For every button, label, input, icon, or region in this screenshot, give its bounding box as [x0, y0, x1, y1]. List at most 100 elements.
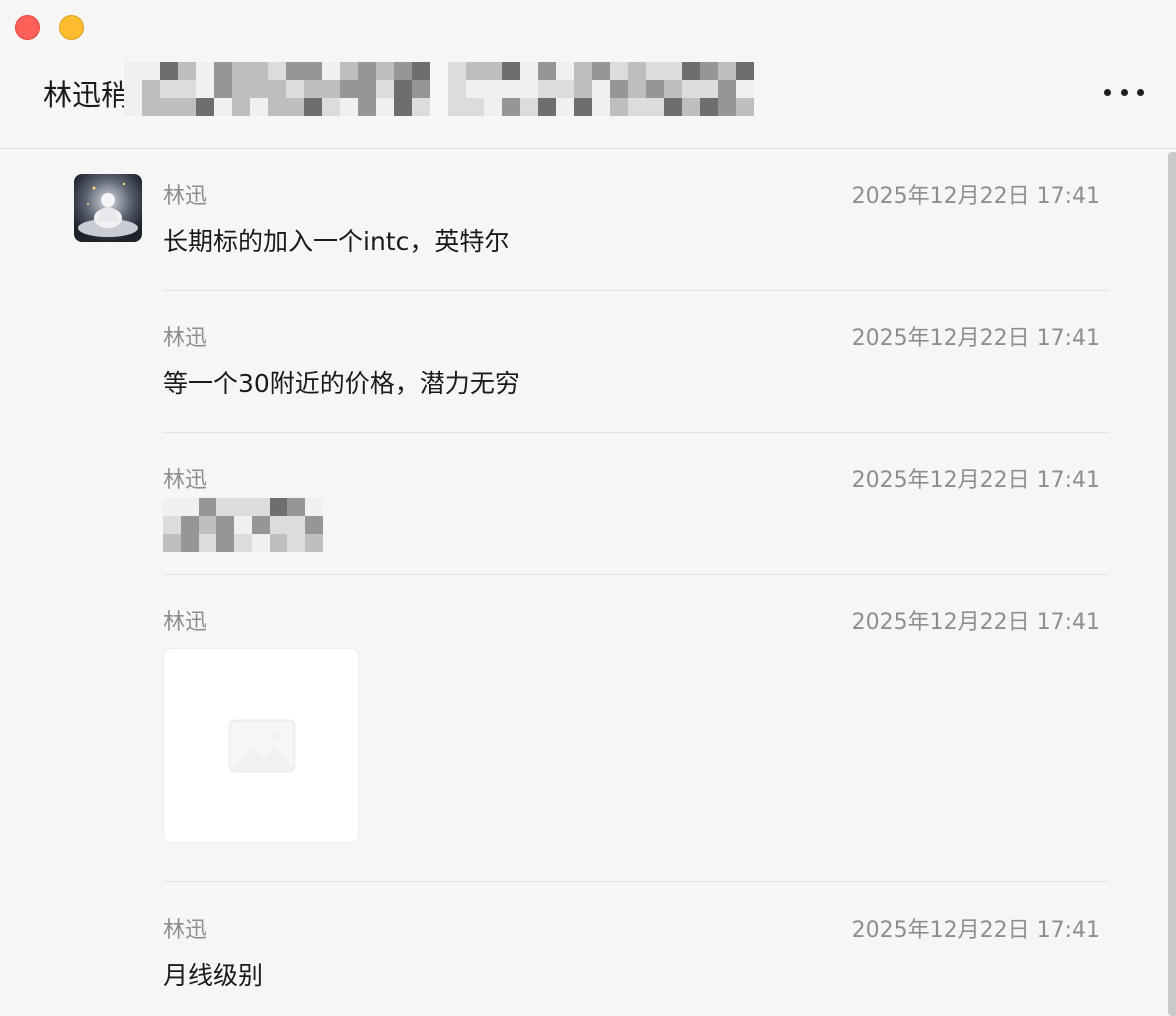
vertical-scrollbar[interactable] — [1168, 152, 1176, 1016]
mosaic-cell — [251, 516, 270, 534]
mosaic-cell — [448, 62, 466, 80]
mosaic-cell — [286, 98, 304, 116]
mosaic-cell — [700, 62, 718, 80]
mosaic-cell — [305, 498, 324, 516]
message-text: 月线级别 — [163, 961, 264, 990]
message-time: 2025年12月22日 17:41 — [851, 468, 1100, 493]
mosaic-cell — [394, 80, 412, 98]
mosaic-cell — [412, 80, 430, 98]
mosaic-cell — [556, 62, 574, 80]
mosaic-cell — [430, 62, 448, 80]
title-bar: 林迅稍 — [0, 0, 1176, 149]
message-image[interactable] — [163, 648, 359, 843]
mosaic-row — [124, 98, 756, 116]
mosaic-cell — [394, 62, 412, 80]
mosaic-cell — [163, 516, 181, 534]
mosaic-cell — [430, 98, 448, 116]
mosaic-cell — [538, 62, 556, 80]
mosaic-cell — [340, 80, 358, 98]
mosaic-cell — [304, 62, 322, 80]
mosaic-cell — [124, 62, 142, 80]
mosaic-cell — [664, 98, 682, 116]
mosaic-cell — [178, 80, 196, 98]
mosaic-cell — [520, 98, 538, 116]
mosaic-cell — [232, 62, 250, 80]
mosaic-cell — [305, 534, 324, 552]
message-item[interactable]: 林迅 2025年12月22日 17:41 等一个30附近的价格，潜力无穷 — [163, 320, 1109, 440]
mosaic-cell — [484, 98, 502, 116]
more-options-button[interactable] — [1104, 80, 1144, 104]
mosaic-cell — [322, 62, 340, 80]
mosaic-cell — [430, 80, 448, 98]
mosaic-cell — [250, 62, 268, 80]
mosaic-cell — [466, 62, 484, 80]
mosaic-cell — [538, 98, 556, 116]
mosaic-cell — [216, 516, 235, 534]
mosaic-cell — [718, 98, 736, 116]
mosaic-cell — [304, 80, 322, 98]
mosaic-cell — [234, 498, 252, 516]
mosaic-cell — [376, 62, 394, 80]
mosaic-cell — [304, 98, 322, 116]
chat-title: 林迅稍 — [43, 70, 131, 116]
mosaic-cell — [198, 498, 217, 516]
mosaic-cell — [358, 62, 376, 80]
mosaic-cell — [376, 80, 394, 98]
mosaic-cell — [718, 62, 736, 80]
mosaic-row — [124, 80, 756, 98]
mosaic-cell — [180, 498, 199, 516]
mosaic-cell — [322, 80, 340, 98]
mosaic-cell — [269, 498, 288, 516]
mosaic-cell — [196, 62, 214, 80]
avatar[interactable] — [74, 174, 142, 242]
message-sender: 林迅 — [163, 326, 208, 351]
mosaic-cell — [466, 80, 484, 98]
mosaic-cell — [198, 534, 217, 552]
mosaic-cell — [412, 98, 430, 116]
mosaic-cell — [340, 62, 358, 80]
message-text: 长期标的加入一个intc，英特尔 — [163, 227, 510, 256]
mosaic-cell — [232, 80, 250, 98]
message-time: 2025年12月22日 17:41 — [851, 918, 1100, 943]
mosaic-cell — [718, 80, 736, 98]
mosaic-cell — [232, 98, 250, 116]
mosaic-cell — [592, 98, 610, 116]
chat-title-text: 林迅稍 — [43, 78, 131, 112]
minimize-window-button[interactable] — [59, 15, 84, 40]
redacted-title-mosaic — [124, 62, 756, 120]
mosaic-cell — [340, 98, 358, 116]
mosaic-cell — [180, 534, 199, 552]
close-window-button[interactable] — [15, 15, 40, 40]
mosaic-cell — [538, 80, 556, 98]
mosaic-cell — [196, 98, 214, 116]
mosaic-cell — [502, 62, 520, 80]
message-item[interactable]: 林迅 2025年12月22日 17:41 — [163, 604, 1109, 854]
mosaic-cell — [448, 80, 466, 98]
image-placeholder-icon — [228, 719, 296, 773]
mosaic-cell — [216, 498, 235, 516]
message-item[interactable]: 林迅 2025年12月22日 17:41 长期标的加入一个intc，英特尔 — [163, 178, 1109, 298]
mosaic-cell — [250, 98, 268, 116]
mosaic-cell — [287, 534, 306, 552]
mosaic-cell — [268, 98, 286, 116]
mosaic-cell — [646, 80, 664, 98]
mosaic-cell — [124, 98, 142, 116]
mosaic-cell — [358, 80, 376, 98]
message-list[interactable]: 林迅 2025年12月22日 17:41 长期标的加入一个intc，英特尔 林迅… — [0, 149, 1168, 1016]
mosaic-cell — [484, 62, 502, 80]
chat-window: 林迅稍 林迅 2025年12月22日 17:41 长期标的加入一个intc，英特… — [0, 0, 1176, 1016]
mosaic-cell — [163, 498, 181, 516]
message-item[interactable]: 林迅 2025年12月22日 17:41 — [163, 462, 1109, 582]
message-sender: 林迅 — [163, 610, 208, 635]
mosaic-cell — [484, 80, 502, 98]
message-divider — [163, 881, 1109, 882]
mosaic-row — [124, 62, 756, 80]
mosaic-cell — [466, 98, 484, 116]
mosaic-cell — [268, 62, 286, 80]
more-dot — [1120, 88, 1128, 96]
mosaic-cell — [646, 98, 664, 116]
mosaic-cell — [160, 62, 178, 80]
message-item[interactable]: 林迅 2025年12月22日 17:41 月线级别 — [163, 912, 1109, 1016]
mosaic-cell — [214, 62, 232, 80]
message-divider — [163, 574, 1109, 575]
